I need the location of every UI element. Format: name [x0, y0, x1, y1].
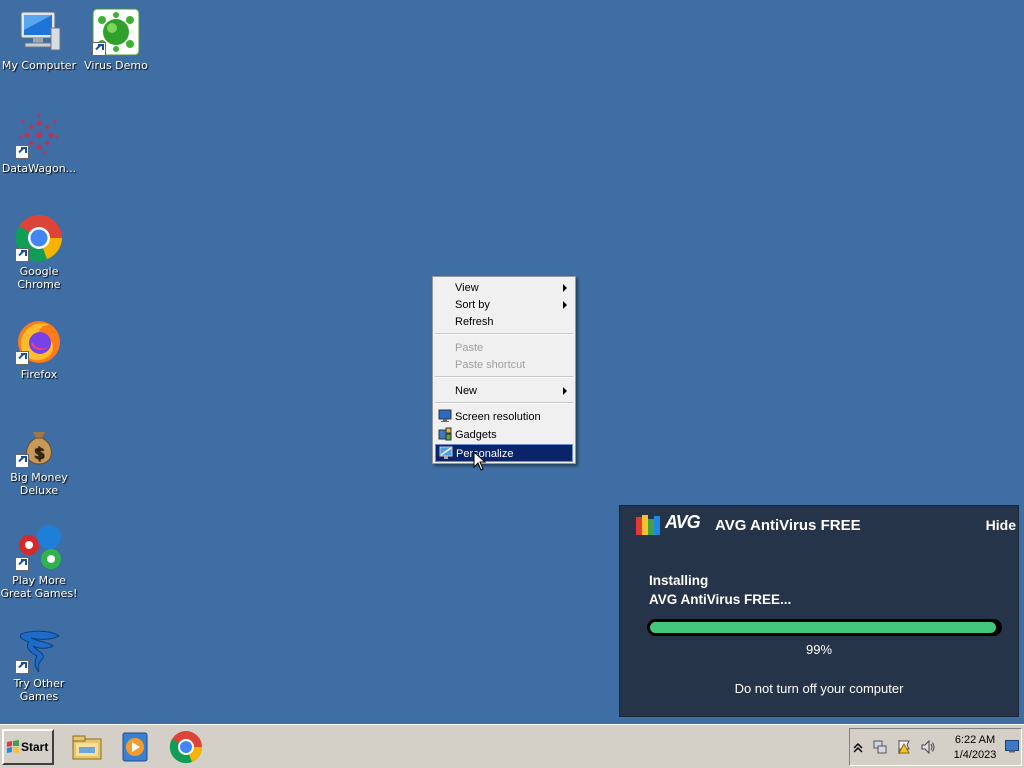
menu-item-paste: Paste — [435, 339, 573, 357]
money-bag-icon: $ — [15, 420, 63, 468]
shortcut-arrow-icon — [92, 42, 106, 56]
computer-icon — [15, 8, 63, 56]
taskbar: Start 6:22 AM 1/4/2023 — [0, 724, 1024, 768]
menu-item-label: Sort by — [455, 299, 490, 311]
system-tray: 6:22 AM 1/4/2023 — [849, 728, 1022, 766]
media-player-icon[interactable] — [118, 730, 152, 764]
datawagon-icon — [15, 111, 63, 159]
shortcut-arrow-icon — [15, 454, 29, 468]
menu-item-refresh[interactable]: Refresh — [435, 313, 573, 331]
desktop-icon-datawagon[interactable]: DataWagon... — [0, 103, 78, 175]
desktop-icon-play-more-great-games[interactable]: Play More Great Games! — [0, 515, 78, 600]
menu-item-label: Screen resolution — [455, 411, 541, 423]
install-progress-fill — [650, 622, 996, 633]
install-progress-bar — [647, 619, 1002, 636]
desktop-icon-label: Big Money Deluxe — [10, 471, 68, 497]
avg-install-notification: AVG AVG AntiVirus FREE Hide Installing A… — [619, 505, 1019, 717]
chrome-icon — [15, 214, 63, 262]
file-explorer-icon[interactable] — [70, 730, 104, 764]
gadgets-icon — [438, 427, 452, 441]
menu-item-paste-shortcut: Paste shortcut — [435, 356, 573, 374]
network-icon[interactable] — [872, 739, 888, 755]
menu-item-sort-by[interactable]: Sort by — [435, 296, 573, 314]
submenu-arrow-icon — [563, 387, 567, 395]
svg-text:$: $ — [33, 443, 44, 462]
desktop-icon-big-money-deluxe[interactable]: $ Big Money Deluxe — [0, 412, 78, 497]
start-label: Start — [21, 740, 49, 754]
hide-button[interactable]: Hide — [986, 517, 1016, 533]
menu-separator — [435, 333, 573, 335]
menu-item-gadgets[interactable]: Gadgets — [435, 426, 573, 444]
chrome-icon[interactable] — [169, 730, 203, 764]
desktop-icon-firefox[interactable]: Firefox — [0, 309, 78, 381]
avg-logo-icon — [636, 515, 660, 535]
desktop-icon-virus-demo[interactable]: Virus Demo — [77, 0, 155, 72]
desktop-icon-label: Firefox — [20, 368, 58, 381]
action-center-flag-icon[interactable] — [896, 739, 912, 755]
clock-time: 6:22 AM — [954, 734, 996, 746]
menu-item-label: Paste — [455, 342, 484, 354]
submenu-arrow-icon — [563, 301, 567, 309]
games-icon — [15, 523, 63, 571]
shortcut-arrow-icon — [15, 248, 29, 262]
mouse-cursor-icon — [473, 451, 487, 471]
desktop-icon-google-chrome[interactable]: Google Chrome — [0, 206, 78, 291]
shortcut-arrow-icon — [15, 660, 29, 674]
clock-date: 1/4/2023 — [953, 749, 997, 761]
windows-flag-icon — [7, 740, 19, 753]
shortcut-arrow-icon — [15, 557, 29, 571]
menu-item-personalize[interactable]: Personalize — [435, 444, 573, 462]
install-status-line1: Installing — [649, 573, 709, 588]
avg-logo-text: AVG — [665, 512, 701, 532]
install-warning-note: Do not turn off your computer — [734, 681, 904, 696]
show-desktop-icon[interactable] — [1005, 740, 1019, 753]
firefox-icon — [15, 317, 63, 365]
install-status-line2: AVG AntiVirus FREE... — [649, 592, 792, 607]
tornado-icon — [15, 626, 63, 674]
desktop-icon-label: Try Other Games — [13, 677, 65, 703]
avg-title: AVG AntiVirus FREE — [715, 517, 861, 534]
desktop-icon-label: Play More Great Games! — [0, 574, 78, 600]
desktop-icon-my-computer[interactable]: My Computer — [0, 0, 78, 72]
menu-item-label: View — [455, 282, 479, 294]
desktop-icon-label: Virus Demo — [84, 59, 148, 72]
desktop-icon-label: Google Chrome — [17, 265, 61, 291]
desktop-context-menu: View Sort by Refresh Paste Paste shortcu… — [432, 276, 576, 464]
menu-separator — [435, 402, 573, 404]
start-button[interactable]: Start — [2, 729, 54, 765]
menu-item-screen-resolution[interactable]: Screen resolution — [435, 408, 573, 426]
desktop-icon-try-other-games[interactable]: Try Other Games — [0, 618, 78, 703]
shortcut-arrow-icon — [15, 145, 29, 159]
desktop[interactable]: My Computer Virus Demo DataWagon... Goog… — [0, 0, 1024, 724]
menu-item-label: New — [455, 385, 478, 397]
desktop-icon-label: DataWagon... — [1, 162, 77, 175]
show-hidden-icons-arrow[interactable] — [852, 739, 864, 755]
submenu-arrow-icon — [563, 284, 567, 292]
menu-separator — [435, 376, 573, 378]
menu-item-label: Refresh — [455, 316, 494, 328]
monitor-icon — [438, 409, 452, 422]
shortcut-arrow-icon — [15, 351, 29, 365]
taskbar-clock[interactable]: 6:22 AM 1/4/2023 — [946, 733, 1004, 763]
install-progress-percent: 99% — [805, 642, 833, 657]
virus-icon — [92, 8, 140, 56]
volume-icon[interactable] — [920, 739, 936, 755]
desktop-icon-label: My Computer — [1, 59, 77, 72]
menu-item-label: Gadgets — [455, 429, 497, 441]
menu-item-new[interactable]: New — [435, 382, 573, 400]
menu-item-view[interactable]: View — [435, 279, 573, 297]
personalize-icon — [439, 446, 453, 459]
menu-item-label: Paste shortcut — [455, 359, 526, 371]
